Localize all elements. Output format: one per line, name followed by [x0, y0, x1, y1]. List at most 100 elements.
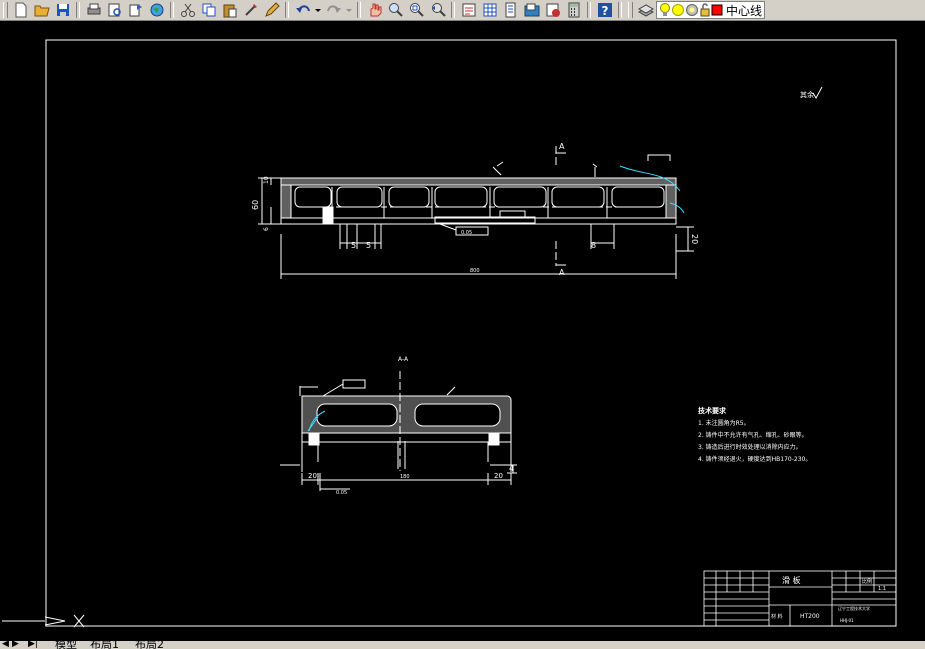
zoom-previous-button[interactable] — [428, 1, 447, 19]
web-button[interactable] — [147, 1, 166, 19]
design-center-button[interactable] — [480, 1, 499, 19]
roughness-symbol: 其余 — [800, 86, 823, 100]
web-icon — [150, 3, 163, 17]
dim-top-text: 10 — [263, 176, 270, 184]
publish-button[interactable] — [126, 1, 145, 19]
layer-manager-icon — [637, 4, 654, 17]
svg-text:?: ? — [601, 4, 608, 18]
tab-layout1[interactable]: 布局1 — [90, 641, 119, 649]
toolbar-separator — [285, 2, 289, 18]
ucs-icon — [2, 614, 85, 628]
print-button[interactable] — [84, 1, 103, 19]
toolbar-separator — [170, 2, 174, 18]
help-button[interactable]: ? — [595, 1, 614, 19]
undo-icon — [295, 5, 310, 13]
paste-button[interactable] — [220, 1, 239, 19]
current-layer-name: 中心线 — [726, 3, 763, 18]
dim-low-text: 6 — [263, 227, 270, 231]
tab-nav-first-icon[interactable]: ◀ — [2, 641, 9, 649]
dim-8-text: 8 — [591, 241, 596, 250]
calculator-button[interactable] — [564, 1, 583, 19]
drawing-canvas[interactable]: 其余 60 10 6 5 5 8 20 800 0.05 A A A-A 20 … — [0, 21, 925, 641]
drawing-border — [45, 39, 897, 627]
tab-model[interactable]: 模型 — [55, 641, 77, 649]
toolbar-separator — [76, 2, 80, 18]
chevron-down-icon — [315, 9, 321, 12]
cut-icon — [180, 3, 195, 17]
sun-icon — [672, 4, 684, 16]
dim-180-text: 180 — [400, 474, 410, 480]
toolbar-separator — [587, 2, 591, 18]
help-icon: ? — [597, 3, 612, 18]
dim-20-right-text: 20 — [690, 234, 699, 244]
copy-button[interactable] — [199, 1, 218, 19]
layers-toolbar-grip[interactable] — [628, 2, 633, 18]
zoom-window-button[interactable] — [407, 1, 426, 19]
tab-nav-next-icon[interactable]: ▶ — [12, 641, 19, 649]
front-view — [258, 146, 694, 279]
design-center-icon — [483, 3, 496, 17]
pan-icon — [370, 3, 381, 17]
save-icon — [56, 4, 69, 16]
properties-button[interactable] — [459, 1, 478, 19]
publish-icon — [129, 4, 142, 17]
match-properties-button[interactable] — [241, 1, 260, 19]
toolbar-separator — [451, 2, 455, 18]
zoom-realtime-button[interactable] — [386, 1, 405, 19]
save-button[interactable] — [53, 1, 72, 19]
undo-dropdown[interactable] — [314, 1, 322, 19]
redo-icon — [326, 5, 341, 13]
block-editor-button[interactable] — [262, 1, 281, 19]
standard-toolbar: ? 中心线 — [0, 0, 925, 21]
tech-req-item: 3. 铸造后进行时效处理以消除内应力。 — [698, 443, 802, 451]
zoom-realtime-icon — [388, 3, 403, 17]
markup-button[interactable] — [543, 1, 562, 19]
redo-button[interactable] — [324, 1, 343, 19]
redo-dropdown[interactable] — [345, 1, 353, 19]
tech-req-item: 2. 铸件中不允许有气孔、缩孔、砂眼等。 — [698, 431, 808, 439]
cad-drawing: 其余 60 10 6 5 5 8 20 800 0.05 A A A-A 20 … — [2, 39, 897, 628]
chevron-down-icon — [346, 9, 352, 12]
plot-preview-button[interactable] — [105, 1, 124, 19]
toolbar-grip[interactable] — [3, 2, 8, 18]
sun-icon — [686, 4, 698, 16]
perp-tol-text: 0.05 — [336, 490, 347, 496]
properties-icon — [462, 3, 475, 17]
cut-button[interactable] — [178, 1, 197, 19]
lock-icon — [700, 3, 710, 17]
undo-button[interactable] — [293, 1, 312, 19]
copy-icon — [202, 3, 215, 17]
material-label: 材 料 — [771, 613, 783, 620]
sheet-set-button[interactable] — [522, 1, 541, 19]
tool-palettes-icon — [505, 2, 515, 18]
material-value: HT200 — [800, 613, 820, 620]
tab-nav-last-icon[interactable]: ▶| — [28, 641, 38, 649]
calculator-icon — [568, 2, 579, 18]
new-file-icon — [15, 2, 26, 18]
layer-manager-button[interactable] — [636, 1, 655, 19]
tech-req-item: 1. 未注圆角为R5。 — [698, 419, 750, 427]
dim-height-text: 60 — [251, 200, 260, 210]
dim-4-text: 4 — [509, 464, 514, 473]
color-swatch-icon — [711, 4, 723, 16]
open-file-button[interactable] — [32, 1, 51, 19]
scale-value: 1:1 — [878, 586, 886, 592]
flatness-tol-text: 0.05 — [461, 230, 472, 236]
layer-dropdown[interactable]: 中心线 — [656, 1, 766, 19]
open-folder-icon — [34, 5, 50, 17]
section-label-top: A — [559, 142, 565, 151]
technical-requirements: 技术要求 1. 未注圆角为R5。 2. 铸件中不允许有气孔、缩孔、砂眼等。 3.… — [698, 406, 811, 463]
dim-5a-text: 5 — [351, 241, 356, 250]
zoom-previous-icon — [431, 3, 446, 17]
scale-label: 比例 — [862, 578, 872, 585]
part-name: 滑 板 — [782, 575, 801, 585]
tab-layout2[interactable]: 布局2 — [135, 641, 164, 649]
block-editor-icon — [264, 2, 280, 17]
toolbar-separator — [618, 2, 622, 18]
tool-palettes-button[interactable] — [501, 1, 520, 19]
dim-20-mid-text: 20 — [494, 472, 503, 480]
section-label-bottom: A — [559, 268, 565, 277]
print-icon — [87, 3, 100, 15]
new-file-button[interactable] — [11, 1, 30, 19]
pan-button[interactable] — [365, 1, 384, 19]
